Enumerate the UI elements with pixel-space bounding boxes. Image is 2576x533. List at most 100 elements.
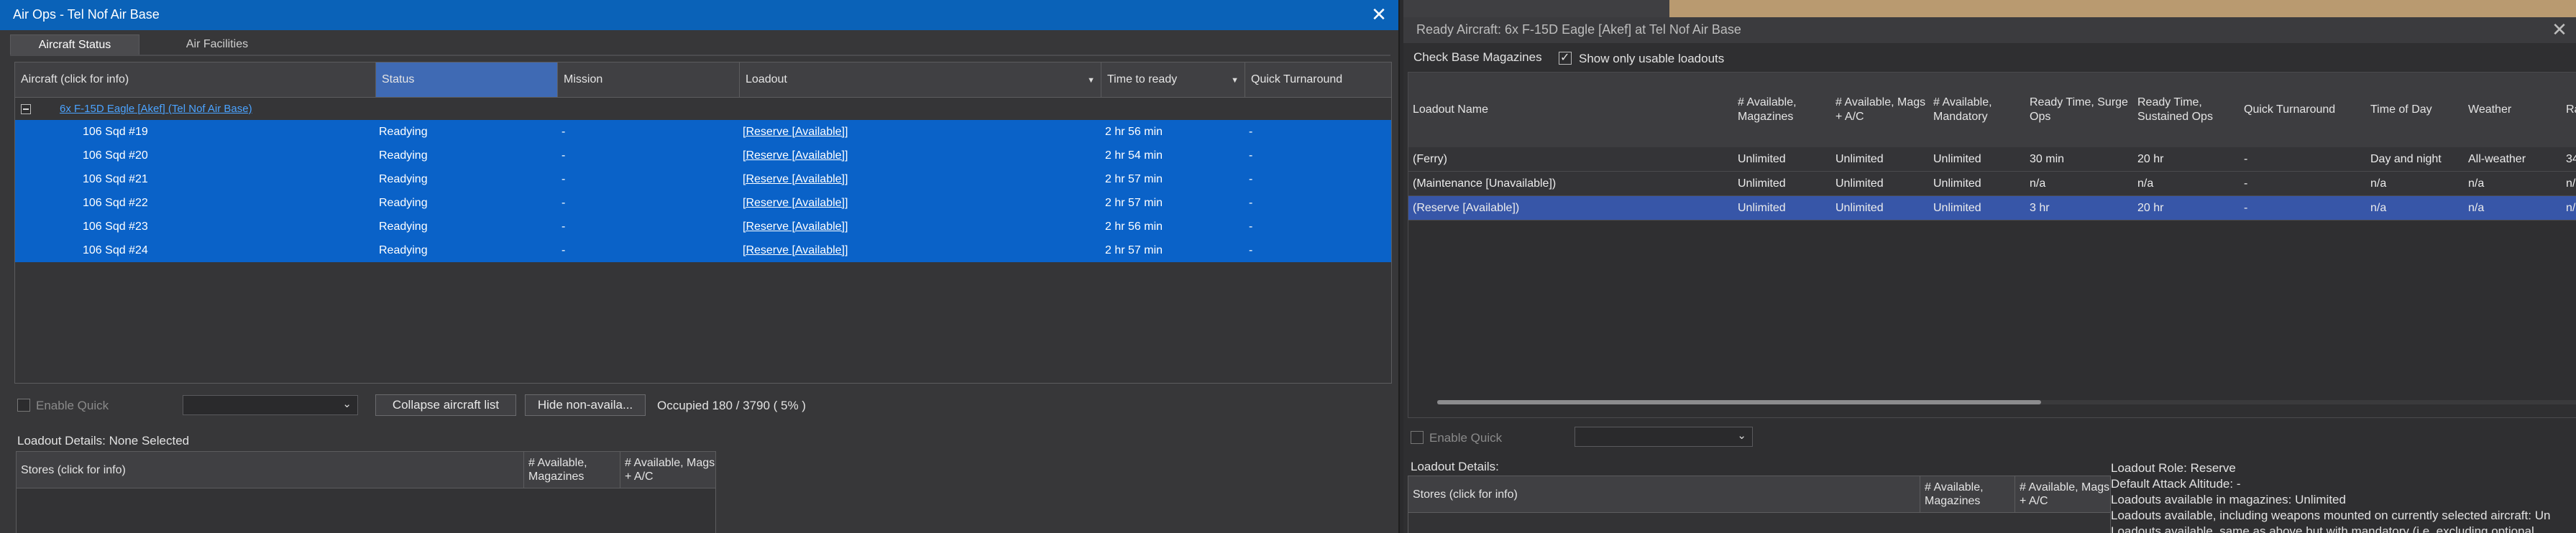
close-icon[interactable]: ✕: [1368, 4, 1390, 25]
details-line: Loadouts available, same as above but wi…: [2111, 524, 2534, 533]
col-quick-turnaround[interactable]: Quick Turnaround: [1245, 62, 1391, 97]
aircraft-mission: -: [562, 173, 566, 185]
aircraft-name: 106 Sqd #19: [83, 126, 148, 138]
loadout-quick: -: [2244, 153, 2248, 165]
aircraft-time: 2 hr 57 min: [1105, 244, 1163, 256]
check-base-magazines-tab[interactable]: Check Base Magazines: [1413, 50, 1542, 65]
col-available-magazines[interactable]: # Available, Magazines: [1733, 73, 1831, 147]
close-icon[interactable]: ✕: [2549, 19, 2570, 40]
loadout-magsac: Unlimited: [1835, 177, 1884, 190]
aircraft-quick: -: [1249, 149, 1253, 162]
aircraft-loadout-link[interactable]: [Reserve [Available]]: [743, 215, 848, 238]
air-ops-titlebar[interactable]: Air Ops - Tel Nof Air Base ✕: [0, 0, 1398, 30]
aircraft-mission: -: [562, 197, 566, 209]
collapse-minus-icon[interactable]: [21, 104, 31, 114]
loadout-mand: Unlimited: [1933, 202, 1981, 214]
filter-down-icon[interactable]: ▼: [1087, 76, 1095, 85]
aircraft-loadout-link[interactable]: [Reserve [Available]]: [743, 167, 848, 191]
show-usable-checkbox[interactable]: [1559, 50, 1572, 65]
enable-quick-checkbox[interactable]: [17, 399, 30, 412]
tab-aircraft-status[interactable]: Aircraft Status: [10, 34, 139, 55]
aircraft-name: 106 Sqd #24: [83, 244, 148, 256]
loadout-tod: Day and night: [2370, 153, 2442, 165]
col-ready-sustained[interactable]: Ready Time, Sustained Ops: [2133, 73, 2240, 147]
collapse-aircraft-list-button[interactable]: Collapse aircraft list: [375, 394, 516, 416]
loadout-weather: n/a: [2468, 177, 2485, 190]
table-row[interactable]: 106 Sqd #19 Readying - [Reserve [Availab…: [15, 120, 1391, 144]
details-line: Loadout Role: Reserve: [2111, 461, 2236, 475]
table-row[interactable]: 106 Sqd #24 Readying - [Reserve [Availab…: [15, 238, 1391, 262]
loadout-details-label: Loadout Details: None Selected: [17, 434, 190, 448]
loadout-mand: Unlimited: [1933, 177, 1981, 190]
loadout-sustained: 20 hr: [2137, 153, 2164, 165]
aircraft-name: 106 Sqd #23: [83, 221, 148, 233]
table-row[interactable]: (Maintenance [Unavailable]) Unlimited Un…: [1408, 172, 2576, 196]
aircraft-table: Aircraft (click for info) Status Mission…: [14, 62, 1392, 384]
aircraft-loadout-link[interactable]: [Reserve [Available]]: [743, 191, 848, 215]
col-status[interactable]: Status: [376, 62, 558, 97]
quick-turnaround-dropdown[interactable]: ⌄: [183, 395, 358, 415]
col-ready-surge[interactable]: Ready Time, Surge Ops: [2025, 73, 2133, 147]
aircraft-status: Readying: [379, 244, 428, 256]
table-row[interactable]: 106 Sqd #20 Readying - [Reserve [Availab…: [15, 144, 1391, 167]
aircraft-group-link[interactable]: 6x F-15D Eagle [Akef] (Tel Nof Air Base): [60, 103, 252, 115]
enable-quick-checkbox[interactable]: [1411, 431, 1424, 444]
aircraft-quick: -: [1249, 173, 1253, 185]
table-row[interactable]: 106 Sqd #21 Readying - [Reserve [Availab…: [15, 167, 1391, 191]
col-available-magazines[interactable]: # Available, Magazines: [1920, 476, 2015, 512]
col-stores[interactable]: Stores (click for info): [1408, 476, 1920, 512]
col-mission[interactable]: Mission: [558, 62, 740, 97]
air-ops-title: Air Ops - Tel Nof Air Base: [13, 7, 160, 22]
aircraft-time: 2 hr 57 min: [1105, 197, 1163, 209]
aircraft-group-row[interactable]: 6x F-15D Eagle [Akef] (Tel Nof Air Base): [15, 98, 1391, 120]
tab-underline: [10, 55, 1390, 56]
col-ra[interactable]: Ra: [2562, 73, 2576, 147]
loadout-magsac: Unlimited: [1835, 202, 1884, 214]
col-loadout[interactable]: Loadout ▼: [740, 62, 1101, 97]
aircraft-status: Readying: [379, 173, 428, 185]
col-available-mags-ac[interactable]: # Available, Mags + A/C: [2015, 476, 2110, 512]
loadout-surge: 30 min: [2030, 153, 2065, 165]
horizontal-scrollbar[interactable]: [1437, 400, 2576, 404]
hide-non-available-button[interactable]: Hide non-availa...: [525, 394, 646, 416]
filter-down-icon[interactable]: ▼: [1231, 76, 1239, 85]
col-available-mags-ac[interactable]: # Available, Mags + A/C: [1831, 73, 1929, 147]
col-time-label: Time to ready: [1107, 73, 1178, 85]
table-row[interactable]: (Reserve [Available]) Unlimited Unlimite…: [1408, 196, 2576, 221]
loadout-quick: -: [2244, 202, 2248, 214]
col-available-mandatory[interactable]: # Available, Mandatory: [1929, 73, 2025, 147]
col-available-magazines[interactable]: # Available, Magazines: [524, 452, 620, 488]
loadout-tod: n/a: [2370, 177, 2387, 190]
loadout-mag: Unlimited: [1738, 153, 1786, 165]
col-stores[interactable]: Stores (click for info): [17, 452, 524, 488]
tab-air-facilities[interactable]: Air Facilities: [145, 34, 289, 55]
quick-turnaround-dropdown[interactable]: ⌄: [1575, 427, 1753, 447]
col-quick-turnaround[interactable]: Quick Turnaround: [2240, 73, 2366, 147]
scrollbar-thumb[interactable]: [1437, 400, 2041, 404]
loadout-quick: -: [2244, 177, 2248, 190]
loadout-ra: 34: [2566, 153, 2576, 165]
details-line: Default Attack Altitude: -: [2111, 477, 2241, 491]
col-aircraft[interactable]: Aircraft (click for info): [15, 62, 376, 97]
aircraft-loadout-link[interactable]: [Reserve [Available]]: [743, 238, 848, 262]
loadout-details-label: Loadout Details:: [1411, 460, 1499, 473]
ready-aircraft-titlebar[interactable]: Ready Aircraft: 6x F-15D Eagle [Akef] at…: [1403, 17, 2576, 43]
col-loadout-name[interactable]: Loadout Name: [1408, 73, 1733, 147]
col-time-of-day[interactable]: Time of Day: [2366, 73, 2464, 147]
loadout-magsac: Unlimited: [1835, 153, 1884, 165]
table-row[interactable]: 106 Sqd #23 Readying - [Reserve [Availab…: [15, 215, 1391, 238]
aircraft-loadout-link[interactable]: [Reserve [Available]]: [743, 120, 848, 144]
chevron-down-icon: ⌄: [342, 398, 352, 410]
aircraft-loadout-link[interactable]: [Reserve [Available]]: [743, 144, 848, 167]
table-row[interactable]: 106 Sqd #22 Readying - [Reserve [Availab…: [15, 191, 1391, 215]
aircraft-table-header: Aircraft (click for info) Status Mission…: [15, 62, 1391, 98]
chevron-down-icon: ⌄: [1737, 430, 1746, 442]
stores-table: Stores (click for info) # Available, Mag…: [1408, 476, 2111, 533]
table-row[interactable]: (Ferry) Unlimited Unlimited Unlimited 30…: [1408, 147, 2576, 172]
col-loadout-label: Loadout: [746, 73, 787, 85]
col-weather[interactable]: Weather: [2464, 73, 2562, 147]
col-available-mags-ac[interactable]: # Available, Mags + A/C: [620, 452, 715, 488]
background-panel: [1669, 0, 2576, 17]
col-time-to-ready[interactable]: Time to ready ▼: [1101, 62, 1245, 97]
loadout-table-header: Loadout Name # Available, Magazines # Av…: [1408, 73, 2576, 148]
